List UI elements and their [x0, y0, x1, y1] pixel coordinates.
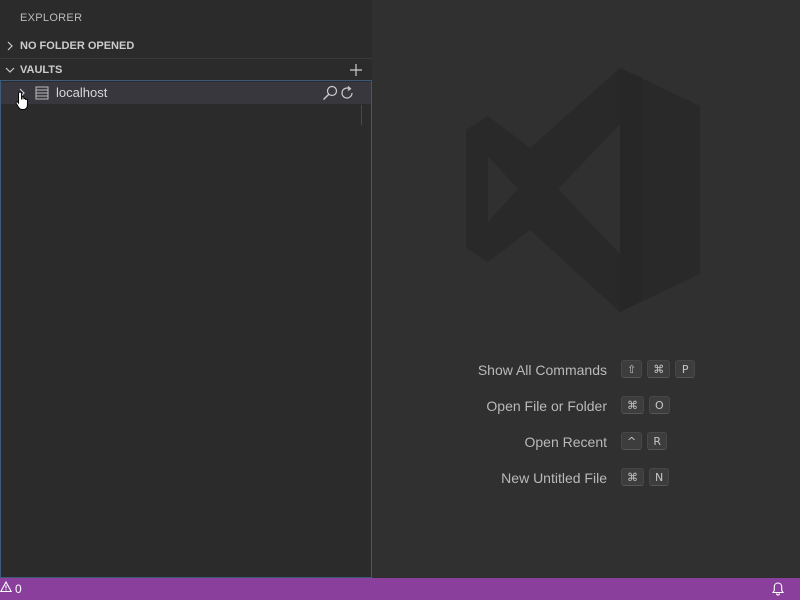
database-icon	[35, 85, 49, 101]
hand-cursor-icon	[15, 91, 31, 111]
key-cmd: ⌘	[621, 468, 644, 486]
shortcut-open-recent[interactable]: Open Recent ^ R	[373, 432, 800, 452]
keybinding: ⌘ O	[621, 396, 670, 414]
vaults-tree: localhost	[0, 80, 372, 578]
explorer-sidebar: EXPLORER NO FOLDER OPENED VAULTS localho…	[0, 0, 372, 578]
search-icon[interactable]	[321, 84, 339, 102]
key-cmd: ⌘	[621, 396, 644, 414]
keybinding: ⌘ N	[621, 468, 670, 486]
shortcut-label: Open Recent	[524, 434, 608, 450]
key-n: N	[649, 468, 670, 486]
vscode-logo-icon	[466, 68, 700, 312]
keybinding: ^ R	[621, 432, 668, 450]
key-cmd: ⌘	[647, 360, 671, 378]
key-r: R	[647, 432, 668, 450]
problems-count: 0	[15, 581, 22, 596]
chevron-down-icon	[0, 59, 20, 81]
chevron-right-icon	[0, 35, 20, 57]
problems-indicator[interactable]: 0	[0, 580, 22, 596]
section-label: NO FOLDER OPENED	[20, 40, 135, 52]
refresh-icon[interactable]	[338, 84, 356, 102]
key-ctrl: ^	[621, 432, 643, 450]
status-bar: 0	[0, 578, 800, 600]
shortcut-show-all-commands[interactable]: Show All Commands ⇧ ⌘ P	[373, 360, 800, 380]
section-vaults[interactable]: VAULTS	[0, 58, 372, 80]
shortcut-label: Show All Commands	[477, 362, 607, 378]
key-shift: ⇧	[621, 360, 643, 378]
section-label: VAULTS	[20, 63, 63, 76]
key-o: O	[649, 396, 670, 414]
warning-icon	[0, 580, 13, 596]
shortcut-open-file-or-folder[interactable]: Open File or Folder ⌘ O	[373, 396, 800, 416]
key-p: P	[675, 360, 696, 378]
sidebar-title: EXPLORER	[20, 12, 83, 24]
scrollbar[interactable]	[361, 105, 362, 125]
section-no-folder-opened[interactable]: NO FOLDER OPENED	[0, 35, 372, 57]
shortcut-label: New Untitled File	[501, 470, 607, 486]
plus-icon[interactable]	[346, 60, 366, 80]
shortcut-new-untitled-file[interactable]: New Untitled File ⌘ N	[373, 468, 800, 488]
bell-icon[interactable]	[770, 581, 786, 597]
keybinding: ⇧ ⌘ P	[621, 360, 696, 378]
tree-item-localhost[interactable]: localhost	[1, 82, 371, 104]
tree-item-label: localhost	[56, 85, 108, 100]
shortcut-label: Open File or Folder	[486, 398, 607, 414]
